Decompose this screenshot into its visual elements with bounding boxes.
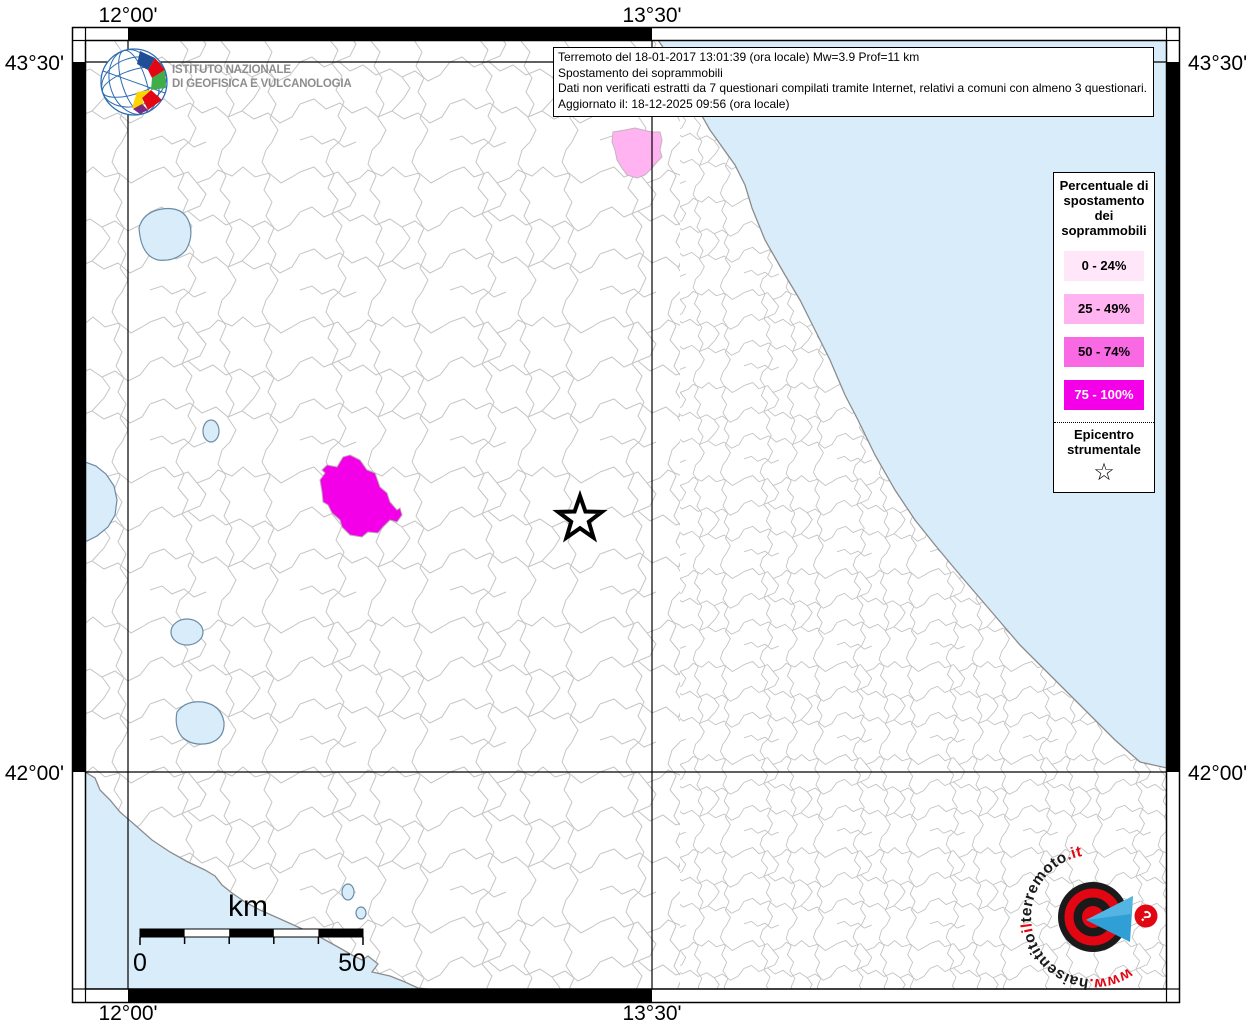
legend-epicenter-label: Epicentro strumentale <box>1067 427 1141 457</box>
lon-label-bottom-left: 12°00' <box>98 1002 157 1024</box>
earthquake-info-box: Terremoto del 18-01-2017 13:01:39 (ora l… <box>553 47 1154 117</box>
scale-bar-unit: km <box>228 890 268 923</box>
info-line-source: Dati non verificati estratti da 7 questi… <box>558 81 1147 95</box>
legend-divider <box>1054 422 1154 423</box>
scale-bar-end: 50 <box>338 949 366 977</box>
info-line-updated: Aggiornato il: 18-12-2025 09:56 (ora loc… <box>558 96 790 111</box>
scale-bar-start: 0 <box>133 949 147 977</box>
lon-label-bottom-right: 13°30' <box>622 1002 681 1024</box>
info-line-effect: Spostamento dei soprammobili <box>558 65 723 80</box>
info-line-event: Terremoto del 18-01-2017 13:01:39 (ora l… <box>558 50 920 64</box>
lon-label-top-left: 12°00' <box>98 4 157 27</box>
legend-star-icon: ☆ <box>1093 459 1115 486</box>
legend-swatch-25-49: 25 - 49% <box>1064 294 1144 324</box>
lat-label-left-bottom: 42°00' <box>5 762 64 785</box>
legend-swatch-0-24: 0 - 24% <box>1064 251 1144 281</box>
lat-label-right-top: 43°30' <box>1188 52 1247 75</box>
ingv-institute-name: ISTITUTO NAZIONALE DI GEOFISICA E VULCAN… <box>172 64 352 91</box>
ingv-name-line1: ISTITUTO NAZIONALE <box>172 64 291 76</box>
legend-swatch-50-74: 50 - 74% <box>1064 337 1144 367</box>
lon-label-top-right: 13°30' <box>622 4 681 27</box>
legend-swatch-75-100: 75 - 100% <box>1064 380 1144 410</box>
lat-label-right-bottom: 42°00' <box>1188 762 1247 785</box>
map-canvas: 12°00' 13°30' 12°00' 13°30' 43°30' 42°00… <box>5 4 1247 1024</box>
legend-title: Percentuale di spostamento dei soprammob… <box>1059 178 1149 238</box>
macroseismic-map-page: 12°00' 13°30' 12°00' 13°30' 43°30' 42°00… <box>0 0 1256 1024</box>
ingv-name-line2: DI GEOFISICA E VULCANOLOGIA <box>172 77 352 90</box>
legend-box: Percentuale di spostamento dei soprammob… <box>1053 172 1155 493</box>
lat-label-left-top: 43°30' <box>5 52 64 75</box>
